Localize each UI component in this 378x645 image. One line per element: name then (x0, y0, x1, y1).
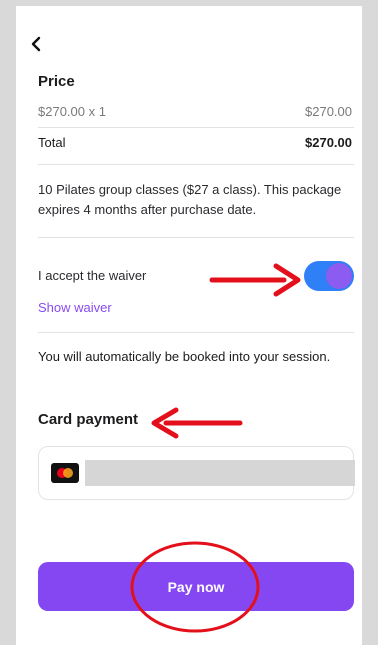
card-number-redacted (85, 460, 355, 486)
card-number-field[interactable] (38, 446, 355, 500)
booking-note: You will automatically be booked into yo… (38, 349, 331, 364)
package-description: 10 Pilates group classes ($27 a class). … (38, 182, 342, 217)
card-payment-heading: Card payment (38, 411, 139, 428)
divider (38, 332, 354, 333)
show-waiver-link[interactable]: Show waiver (38, 300, 112, 315)
price-heading: Price (38, 73, 75, 90)
line-item-label: $270.00 x 1 (38, 104, 106, 119)
waiver-label: I accept the waiver (38, 268, 147, 283)
pay-now-button[interactable]: Pay now (38, 562, 354, 611)
checkout-panel (16, 6, 362, 645)
divider (38, 127, 354, 128)
total-amount: $270.00 (305, 135, 352, 150)
divider (38, 164, 354, 165)
divider (38, 237, 354, 238)
chevron-left-icon (31, 36, 41, 52)
toggle-knob (326, 263, 352, 289)
waiver-toggle[interactable] (304, 261, 354, 291)
mastercard-icon (51, 463, 79, 483)
back-button[interactable] (28, 33, 44, 55)
total-label: Total (38, 135, 66, 150)
line-item-amount: $270.00 (305, 104, 352, 119)
